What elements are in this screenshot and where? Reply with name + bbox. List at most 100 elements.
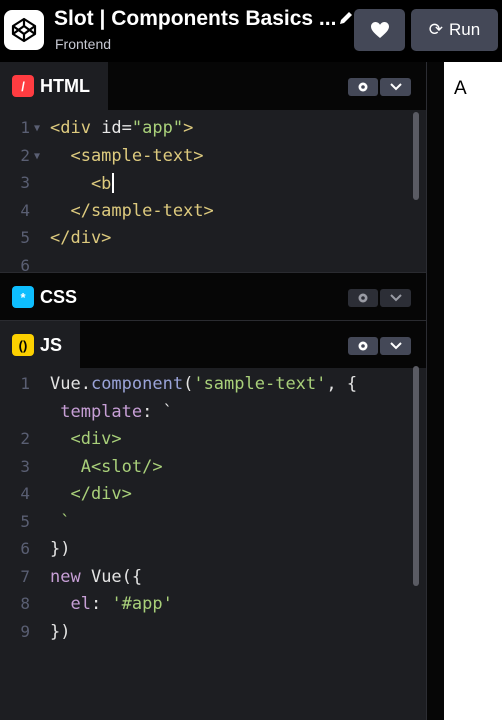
code-token: '#app' [111,594,173,614]
code-text: A<slot/> [50,457,163,477]
code-text: <sample-text> [50,145,204,166]
code-text: new Vue({ [50,567,142,587]
code-token: > [183,118,194,138]
code-token: }) [50,539,71,559]
js-collapse-button[interactable] [380,337,411,355]
code-text: <b [50,173,115,194]
code-token: <div> [50,429,122,449]
resize-divider[interactable] [426,62,444,720]
code-token: template [50,401,143,422]
tab-js-label: JS [40,334,63,355]
html-settings-button[interactable] [348,78,378,96]
code-line[interactable]: 2 <div> [0,429,410,456]
line-number: 4 [20,484,30,503]
js-editor[interactable]: 1 Vue.component('sample-text', { template… [0,374,426,674]
css-settings-button[interactable] [348,289,378,307]
code-line[interactable]: 4 </div> [0,484,410,511]
html-pane-header: / HTML [0,62,426,110]
line-number: 8 [20,594,30,613]
code-token: </sample-text> [50,200,214,221]
code-line[interactable]: 4 </sample-text> [0,201,410,228]
tab-css[interactable]: * CSS [0,273,96,321]
code-token: = [121,118,132,138]
code-token: id [101,118,122,138]
js-icon: () [12,334,34,356]
code-token: Vue({ [90,566,143,587]
code-token: </div> [50,228,112,248]
line-number: 3 [20,456,30,476]
line-number: 7 [20,566,30,586]
code-text: </sample-text> [50,200,214,221]
code-token: 'sample-text' [193,374,327,394]
gear-icon [358,82,368,92]
codepen-logo-icon[interactable] [4,10,44,50]
code-line[interactable]: 7 new Vue({ [0,567,410,594]
line-number: 5 [20,511,30,531]
js-scrollbar[interactable] [413,366,419,586]
css-collapse-button[interactable] [380,289,411,307]
tab-js[interactable]: () JS [0,321,81,369]
tab-html[interactable]: / HTML [0,62,108,110]
code-line[interactable]: 1 ▼ <div id="app"> [0,118,410,145]
edit-pencil-icon[interactable] [337,9,355,27]
line-number: 9 [20,621,30,641]
code-text: </div> [50,228,111,248]
code-text: </div> [50,484,131,504]
code-token: , { [326,374,358,394]
pen-title[interactable]: Slot | Components Basics ... [54,7,336,31]
code-text: Vue.component('sample-text', { [50,374,357,394]
line-number: 6 [20,539,30,558]
code-text: <div id="app"> [50,118,193,138]
code-token: el [50,594,91,614]
code-text: <div> [50,429,122,449]
code-token: A<slot/> [50,456,163,477]
code-token: ( [183,374,194,394]
code-token: component [90,374,184,394]
line-number: 1 [20,374,30,393]
love-button[interactable] [354,9,405,51]
code-text: template: ` [50,402,173,422]
preview-output-text: A [454,78,467,99]
fold-arrow-icon[interactable]: ▼ [34,151,40,162]
code-token: ` [50,511,71,532]
editor-column: / HTML 1 ▼ <div id="app"> 2 ▼ <sample-text> 3… [0,62,426,720]
code-line[interactable]: 2 ▼ <sample-text> [0,146,410,173]
code-line[interactable]: 3 <b [0,173,410,200]
code-token: <sample-text> [50,145,204,166]
text-cursor [112,173,115,193]
code-line[interactable]: 9}) [0,622,410,649]
code-text: }) [50,622,70,642]
run-button[interactable]: ⟳ Run [411,9,498,51]
code-line[interactable]: 3 A<slot/> [0,457,410,484]
js-settings-button[interactable] [348,337,378,355]
code-token: new [50,566,91,587]
html-editor[interactable]: 1 ▼ <div id="app"> 2 ▼ <sample-text> 3 <b 4 </… [0,118,426,275]
code-line[interactable]: 1 Vue.component('sample-text', { [0,374,410,401]
run-label: Run [449,20,481,39]
code-token: "app" [131,118,184,138]
tab-html-label: HTML [40,75,90,96]
code-line[interactable]: 5 ` [0,512,410,539]
js-pane-header: () JS [0,320,426,369]
chevron-down-icon [389,342,402,350]
code-token: }) [50,621,71,642]
header: Slot | Components Basics ... Frontend ⟳ … [0,0,502,62]
code-line[interactable]: 8 el: '#app' [0,594,410,621]
css-pane-header: * CSS [0,272,426,321]
code-line[interactable]: 5 </div> [0,228,410,255]
line-number: 5 [20,228,30,247]
gear-icon [358,341,368,351]
code-token: : [90,594,112,614]
code-line[interactable]: 6}) [0,539,410,566]
code-token: <div [50,118,102,138]
html-collapse-button[interactable] [380,78,411,96]
line-number: 4 [20,200,30,220]
chevron-down-icon [389,83,402,91]
line-number: 2 [20,429,30,448]
gear-icon [358,293,368,303]
code-line[interactable]: template: ` [0,402,410,429]
code-text: ` [50,512,70,532]
html-scrollbar[interactable] [413,112,419,200]
line-number: 1 [20,118,30,137]
fold-arrow-icon[interactable]: ▼ [34,123,40,134]
